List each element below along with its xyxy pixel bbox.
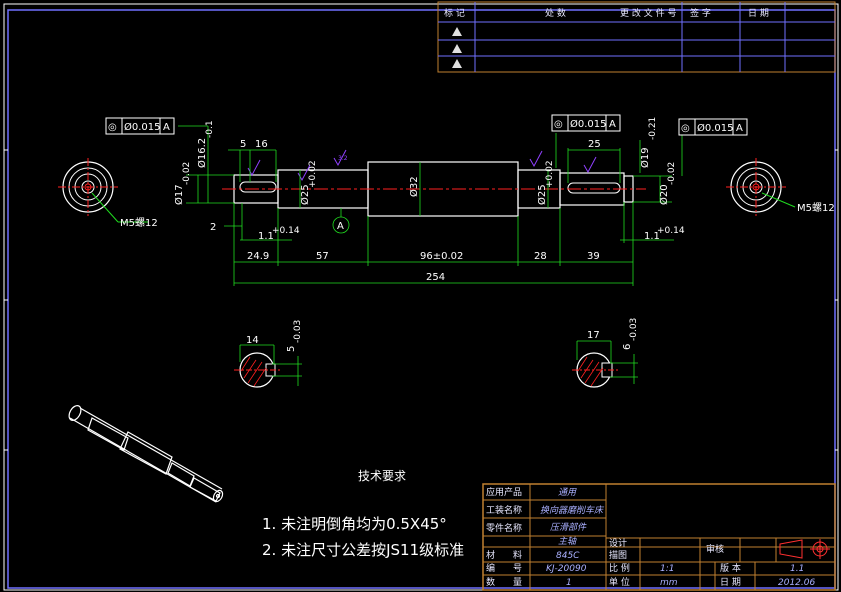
material-label: 材 料 (486, 549, 522, 561)
dim-39: 39 (587, 251, 600, 262)
scale-label: 比 例 (609, 562, 630, 574)
notes-line-2: 2. 未注尺寸公差按JS11级标准 (262, 541, 464, 559)
fcf-value-left: Ø0.015 (124, 121, 161, 133)
dim-dia-16-2-tol: -0.1 (205, 120, 215, 138)
dim-dia-19-tol: -0.21 (648, 117, 658, 140)
dim-dia-32: Ø32 (408, 176, 420, 197)
dim-dia-17: Ø17 (173, 184, 185, 205)
date-value: 2012.06 (778, 578, 815, 588)
sheet-frame (3, 3, 839, 591)
product-value: 通用 (558, 487, 577, 498)
unit-label: 单 位 (609, 576, 630, 588)
section-left-tol: -0.03 (293, 320, 303, 343)
dim-24-9: 24.9 (247, 251, 269, 262)
cad-drawing-sheet[interactable]: 标 记 处 数 更 改 文 件 号 签 字 日 期 M5螺12 M5螺12 5 … (0, 0, 841, 592)
dim-254: 254 (426, 272, 445, 283)
dim-dia-19: Ø19 (639, 147, 651, 168)
notes-title: 技术要求 (358, 469, 406, 483)
part-value: 压滑部件 (550, 522, 587, 533)
date-label: 日 期 (720, 577, 741, 588)
section-right-width: 17 (587, 330, 600, 341)
scale-value: 1:1 (660, 564, 674, 574)
dim-96: 96±0.02 (420, 251, 463, 262)
check-label: 描图 (609, 549, 627, 561)
design-label: 设计 (609, 537, 627, 549)
rev-header-mark: 标 记 (444, 7, 465, 19)
right-end-view[interactable]: M5螺12 (726, 158, 835, 216)
product-label: 应用产品 (486, 486, 522, 498)
dim-2: 2 (210, 222, 216, 233)
qty-label: 数 量 (486, 576, 522, 588)
datum-a-label: A (337, 221, 344, 232)
fcf-ref-left: A (163, 122, 170, 133)
dim-chamfer-left-tol: +0.14 (272, 226, 300, 236)
fcf-value-mid: Ø0.015 (570, 118, 607, 130)
section-view-left[interactable]: 14 5 -0.03 (234, 320, 303, 388)
rev-header-count: 处 数 (545, 7, 566, 19)
dim-57: 57 (316, 251, 329, 262)
concentricity-icon: ◎ (681, 123, 690, 134)
dim-16: 16 (255, 139, 268, 150)
process-label: 工装名称 (486, 504, 522, 516)
projection-symbol-icon (779, 539, 830, 559)
qty-value: 1 (566, 578, 572, 588)
dim-dia-20-tol: -0.02 (667, 162, 677, 185)
notes-line-1: 1. 未注明倒角均为0.5X45° (262, 515, 447, 533)
section-left-depth: 5 (286, 346, 297, 352)
number-label: 编 号 (486, 562, 522, 574)
rev-header-sign: 签 字 (690, 7, 711, 19)
section-right-tol: -0.03 (629, 318, 639, 341)
technical-notes: 技术要求 1. 未注明倒角均为0.5X45° 2. 未注尺寸公差按JS11级标准 (262, 469, 464, 559)
isometric-view[interactable] (67, 404, 225, 504)
dim-dia-16-2: Ø16.2 (196, 138, 208, 168)
rev-header-date: 日 期 (748, 8, 769, 19)
dim-5: 5 (240, 139, 246, 150)
material-value: 845C (556, 551, 580, 561)
process-value: 换向器磨削车床 (540, 505, 605, 516)
left-end-view[interactable]: M5螺12 (58, 158, 158, 229)
part-label: 零件名称 (486, 522, 522, 534)
revision-triangle-icon (452, 27, 462, 68)
dim-dia-25-right-tol: +0.02 (545, 160, 555, 188)
dim-dia-17-tol: -0.02 (182, 162, 192, 185)
title-block[interactable]: 应用产品 通用 工装名称 换向器磨削车床 零件名称 压滑部件 主轴 材 料 84… (482, 483, 836, 591)
dim-chamfer-right-tol: +0.14 (657, 226, 685, 236)
shaft-main-view[interactable] (222, 149, 646, 217)
thread-label-right: M5螺12 (797, 202, 835, 214)
section-view-right[interactable]: 17 6 -0.03 (572, 318, 639, 388)
dimension-texts: 5 16 25 2 1.1 +0.14 1.1 +0.14 24.9 57 96… (173, 117, 685, 283)
unit-value: mm (660, 578, 678, 588)
version-label: 版 本 (720, 562, 741, 574)
fcf-ref-right: A (736, 123, 743, 134)
dim-25-top: 25 (588, 139, 601, 150)
concentricity-icon: ◎ (108, 122, 117, 133)
version-value: 1.1 (790, 564, 804, 574)
dim-dia-20: Ø20 (658, 184, 670, 205)
dimension-lines (178, 125, 683, 286)
section-left-width: 14 (246, 335, 259, 346)
dim-28: 28 (534, 251, 547, 262)
fcf-ref-mid: A (609, 119, 616, 130)
section-right-depth: 6 (622, 344, 633, 350)
review-label: 审核 (706, 543, 724, 555)
rev-header-doc: 更 改 文 件 号 (620, 7, 676, 19)
concentricity-icon: ◎ (554, 119, 563, 130)
roughness-value: 3.2 (338, 155, 348, 162)
fcf-value-right: Ø0.015 (697, 122, 734, 134)
number-value: KJ-20090 (546, 564, 587, 574)
dim-dia-25-left-tol: +0.02 (308, 160, 318, 188)
part-value-2: 主轴 (558, 536, 577, 547)
revision-table[interactable]: 标 记 处 数 更 改 文 件 号 签 字 日 期 (437, 1, 836, 73)
thread-label-left: M5螺12 (120, 217, 158, 229)
